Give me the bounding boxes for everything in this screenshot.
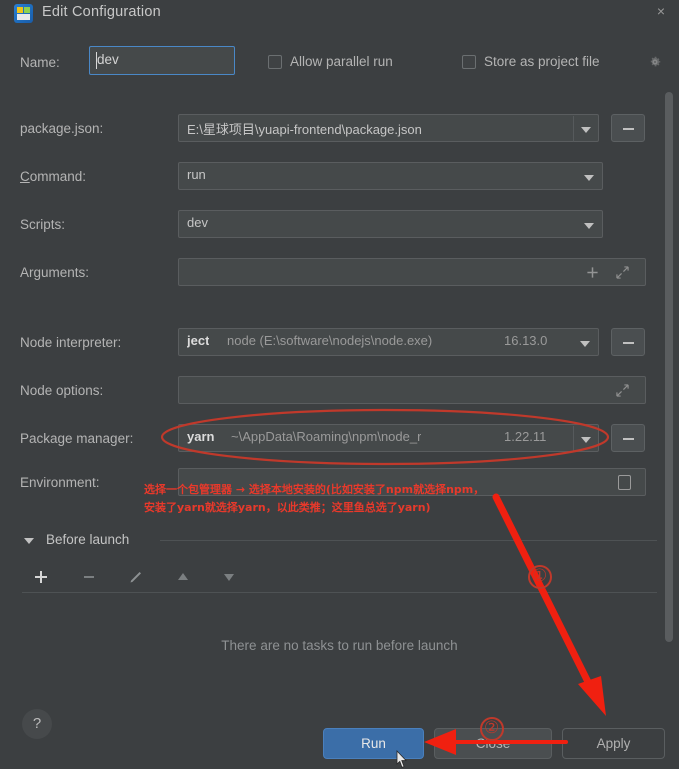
apply-button[interactable]: Apply xyxy=(562,728,665,759)
arguments-row: Arguments: xyxy=(0,258,679,292)
npm-run-config-icon xyxy=(14,4,33,23)
collapse-triangle-icon[interactable] xyxy=(24,538,34,544)
node-options-label: Node options: xyxy=(20,383,104,398)
chevron-down-icon[interactable] xyxy=(573,116,597,142)
name-label: Name: xyxy=(20,55,60,70)
before-launch-section: Before launch xyxy=(0,528,679,556)
run-button[interactable]: Run xyxy=(323,728,424,759)
command-value: run xyxy=(187,167,206,182)
move-down-icon[interactable] xyxy=(220,568,238,586)
before-launch-task-list: There are no tasks to run before launch xyxy=(22,592,657,682)
environment-input[interactable] xyxy=(178,468,646,496)
scripts-label: Scripts: xyxy=(20,217,66,232)
move-up-icon[interactable] xyxy=(174,568,192,586)
remove-icon[interactable] xyxy=(80,568,98,586)
command-label: Command: xyxy=(20,169,87,184)
node-interpreter-path: node (E:\software\nodejs\node.exe) xyxy=(227,333,433,348)
package-manager-prefix: yarn xyxy=(187,429,215,444)
chevron-down-icon[interactable] xyxy=(577,212,601,238)
node-interpreter-combo[interactable]: ject node (E:\software\nodejs\node.exe) … xyxy=(178,328,599,356)
chevron-down-icon[interactable] xyxy=(577,164,601,190)
store-as-project-file-checkbox[interactable] xyxy=(462,55,476,69)
node-options-row: Node options: xyxy=(0,376,679,410)
environment-row: Environment: xyxy=(0,468,679,502)
package-json-combo[interactable]: E:\星球项目\yuapi-frontend\package.json xyxy=(178,114,599,142)
close-button[interactable]: Close xyxy=(434,728,552,759)
expand-editor-icon[interactable] xyxy=(616,384,629,397)
add-icon[interactable] xyxy=(32,568,50,586)
name-input[interactable]: dev xyxy=(89,46,235,75)
package-manager-path: ~\AppData\Roaming\npm\node_r xyxy=(231,429,422,444)
package-manager-label: Package manager: xyxy=(20,431,134,446)
command-row: Command: run xyxy=(0,162,679,196)
package-json-row: package.json: E:\星球项目\yuapi-frontend\pac… xyxy=(0,114,679,148)
package-json-browse-button[interactable] xyxy=(611,114,645,142)
before-launch-toolbar xyxy=(22,562,657,593)
chevron-down-icon[interactable] xyxy=(573,330,597,356)
node-options-input[interactable] xyxy=(178,376,646,404)
section-divider xyxy=(160,540,657,541)
before-launch-empty-text: There are no tasks to run before launch xyxy=(221,638,458,653)
package-manager-row: Package manager: yarn ~\AppData\Roaming\… xyxy=(0,424,679,458)
node-interpreter-label: Node interpreter: xyxy=(20,335,122,350)
name-row: Name: dev Allow parallel run Store as pr… xyxy=(0,44,679,84)
scripts-row: Scripts: dev xyxy=(0,210,679,244)
package-manager-version: 1.22.11 xyxy=(504,429,547,444)
environment-label: Environment: xyxy=(20,475,100,490)
environment-variables-icon[interactable] xyxy=(618,475,631,490)
package-manager-browse-button[interactable] xyxy=(611,424,645,452)
store-as-project-file-label[interactable]: Store as project file xyxy=(484,54,600,69)
arguments-label: Arguments: xyxy=(20,265,90,280)
command-combo[interactable]: run xyxy=(178,162,603,190)
close-icon[interactable]: × xyxy=(653,3,669,19)
scripts-value: dev xyxy=(187,215,208,230)
allow-parallel-run-checkbox[interactable] xyxy=(268,55,282,69)
scripts-combo[interactable]: dev xyxy=(178,210,603,238)
node-interpreter-row: Node interpreter: ject node (E:\software… xyxy=(0,328,679,362)
gear-icon[interactable] xyxy=(648,55,662,69)
edit-configuration-dialog: Edit Configuration × Name: dev Allow par… xyxy=(0,0,679,769)
allow-parallel-run-label[interactable]: Allow parallel run xyxy=(290,54,393,69)
node-interpreter-version: 16.13.0 xyxy=(504,333,548,348)
window-title: Edit Configuration xyxy=(42,4,161,20)
edit-icon[interactable] xyxy=(127,568,145,586)
arguments-input[interactable] xyxy=(178,258,646,286)
title-bar: Edit Configuration × xyxy=(0,0,679,28)
node-interpreter-browse-button[interactable] xyxy=(611,328,645,356)
name-input-value: dev xyxy=(97,52,119,67)
expand-editor-icon[interactable] xyxy=(616,266,629,279)
add-macro-icon[interactable] xyxy=(586,266,599,279)
node-interpreter-prefix: ject xyxy=(187,333,210,348)
chevron-down-icon[interactable] xyxy=(573,426,597,452)
help-button[interactable]: ? xyxy=(22,709,52,739)
package-json-label: package.json: xyxy=(20,121,104,136)
before-launch-title: Before launch xyxy=(46,532,130,547)
package-manager-combo[interactable]: yarn ~\AppData\Roaming\npm\node_r 1.22.1… xyxy=(178,424,599,452)
package-json-value: E:\星球项目\yuapi-frontend\package.json xyxy=(187,122,422,137)
